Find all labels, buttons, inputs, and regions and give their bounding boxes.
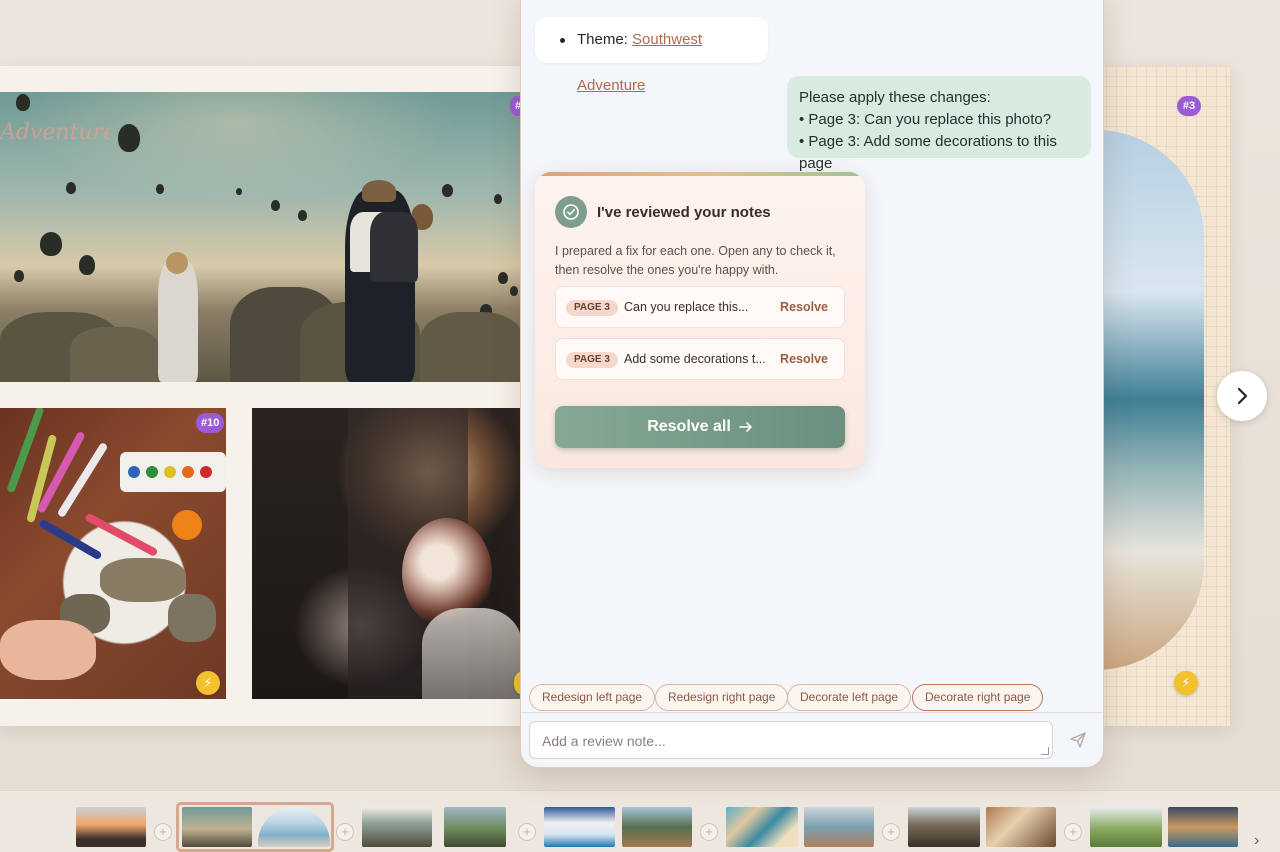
- plus-icon[interactable]: +: [700, 823, 718, 841]
- page-tag: PAGE 3: [566, 300, 618, 316]
- review-chat-panel: Theme: Southwest Adventure Please apply …: [520, 0, 1104, 768]
- bolt-icon[interactable]: ⚡: [196, 671, 220, 695]
- resolve-all-label: Resolve all: [647, 418, 731, 435]
- page-thumbnail[interactable]: [444, 807, 506, 847]
- resolve-button[interactable]: Resolve: [780, 352, 828, 366]
- photo-number-badge: #3: [1177, 96, 1201, 116]
- user-message-item: • Page 3: Can you replace this photo?: [799, 111, 1052, 128]
- check-circle-icon: [555, 196, 587, 228]
- note-text[interactable]: Can you replace this...: [624, 300, 769, 314]
- page-thumbnail[interactable]: [76, 807, 146, 847]
- page-thumbnail[interactable]: [804, 807, 874, 847]
- plus-icon[interactable]: +: [1064, 823, 1082, 841]
- resolve-button[interactable]: Resolve: [780, 300, 828, 314]
- send-icon: [1070, 732, 1086, 748]
- page-thumbnail[interactable]: [362, 807, 432, 847]
- photo-number-badge: #10: [196, 413, 225, 433]
- composer-divider: [521, 712, 1103, 713]
- chip-decorate-right-page[interactable]: Decorate right page: [912, 684, 1044, 711]
- page-thumbnail[interactable]: [908, 807, 980, 847]
- review-note-input[interactable]: Add a review note...: [529, 721, 1053, 759]
- page-thumbnail[interactable]: [622, 807, 692, 847]
- resize-grip-icon[interactable]: [1041, 747, 1049, 755]
- user-message-item: • Page 3: Add some decorations to this p…: [799, 133, 1057, 172]
- user-message: Please apply these changes: • Page 3: Ca…: [787, 76, 1091, 172]
- chip-redesign-right-page[interactable]: Redesign right page: [655, 684, 789, 711]
- send-button[interactable]: [1069, 731, 1089, 751]
- review-note-placeholder: Add a review note...: [542, 733, 666, 749]
- note-row[interactable]: PAGE 3 Add some decorations t... Resolve: [555, 338, 845, 380]
- note-row[interactable]: PAGE 3 Can you replace this... Resolve: [555, 286, 845, 328]
- page-thumbnail[interactable]: [726, 807, 798, 847]
- review-title: I've reviewed your notes: [597, 204, 771, 221]
- script-title: Adventure: [0, 120, 110, 144]
- page-thumbnail[interactable]: [986, 807, 1056, 847]
- page-tag: PAGE 3: [566, 352, 618, 368]
- plus-icon[interactable]: +: [518, 823, 536, 841]
- next-page-button[interactable]: [1217, 371, 1267, 421]
- plus-icon[interactable]: +: [336, 823, 354, 841]
- user-message-intro: Please apply these changes:: [799, 89, 991, 106]
- page-thumbnail[interactable]: [1168, 807, 1238, 847]
- resolve-all-button[interactable]: Resolve all: [555, 406, 845, 448]
- bolt-icon[interactable]: ⚡: [1174, 671, 1198, 695]
- page-thumbnail[interactable]: [544, 807, 615, 847]
- selected-thumbnail-frame: [176, 802, 334, 852]
- photo-wedding[interactable]: [252, 408, 524, 699]
- plus-icon[interactable]: +: [882, 823, 900, 841]
- theme-label: Theme:: [577, 31, 628, 48]
- arrow-right-icon: [738, 422, 752, 432]
- theme-message: Theme: Southwest Adventure: [535, 17, 768, 94]
- page-thumbnail[interactable]: [1090, 807, 1162, 847]
- chip-redesign-left-page[interactable]: Redesign left page: [529, 684, 656, 711]
- chip-decorate-left-page[interactable]: Decorate left page: [787, 684, 912, 711]
- chevron-right-icon[interactable]: ›: [1254, 832, 1259, 850]
- review-card: I've reviewed your notes I prepared a fi…: [535, 172, 865, 468]
- review-body: I prepared a fix for each one. Open any …: [555, 244, 836, 277]
- chevron-right-icon: [1237, 387, 1248, 405]
- photo-beach[interactable]: [1096, 130, 1204, 670]
- note-text[interactable]: Add some decorations t...: [624, 352, 769, 366]
- plus-icon[interactable]: +: [154, 823, 172, 841]
- photo-crafts[interactable]: [0, 408, 226, 699]
